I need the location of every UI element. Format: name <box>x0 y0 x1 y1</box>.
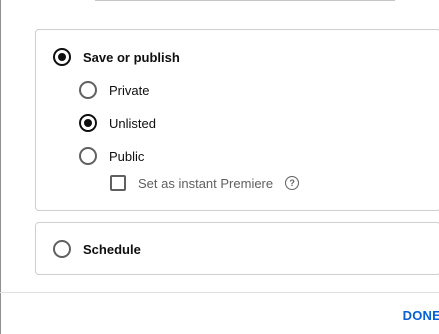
top-divider <box>95 0 395 1</box>
footer-divider <box>0 292 439 293</box>
private-label: Private <box>109 82 150 98</box>
schedule-label: Schedule <box>83 241 141 257</box>
unlisted-radio[interactable] <box>79 114 97 132</box>
save-or-publish-radio[interactable] <box>53 48 71 66</box>
schedule-card: Schedule <box>35 222 439 275</box>
instant-premiere-label: Set as instant Premiere <box>138 175 274 191</box>
save-or-publish-option[interactable]: Save or publish <box>53 48 180 66</box>
unlisted-label: Unlisted <box>109 115 156 131</box>
public-radio[interactable] <box>79 147 97 165</box>
schedule-option[interactable]: Schedule <box>53 240 141 258</box>
save-or-publish-label: Save or publish <box>83 49 180 65</box>
instant-premiere-checkbox[interactable] <box>110 175 126 191</box>
unlisted-option[interactable]: Unlisted <box>79 114 156 132</box>
public-option[interactable]: Public <box>79 147 144 165</box>
public-label: Public <box>109 148 145 164</box>
help-icon[interactable]: ? <box>285 176 300 190</box>
instant-premiere-option[interactable]: Set as instant Premiere ? <box>110 175 300 191</box>
save-or-publish-card: Save or publish Private Unlisted Public … <box>35 29 439 211</box>
schedule-radio[interactable] <box>53 240 71 258</box>
done-button[interactable]: DONE <box>403 308 439 323</box>
private-option[interactable]: Private <box>79 81 149 99</box>
private-radio[interactable] <box>79 81 97 99</box>
